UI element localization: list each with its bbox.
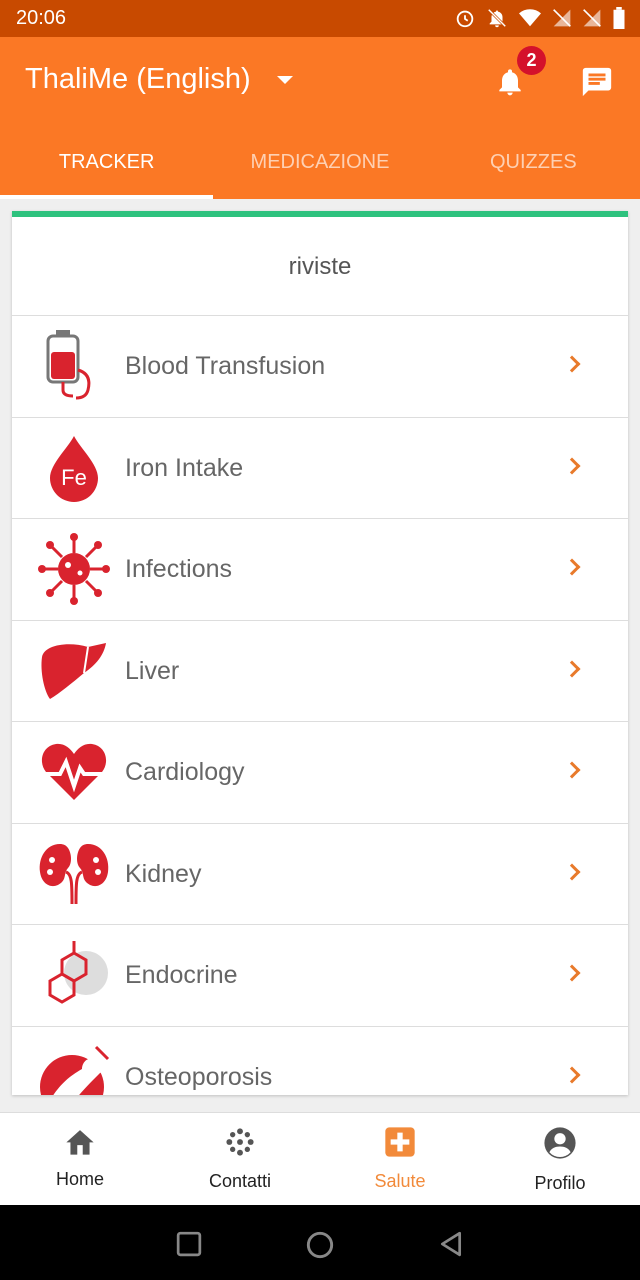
list-item-liver[interactable]: Liver <box>12 621 628 722</box>
chevron-right-icon <box>563 964 581 982</box>
list-item-kidney[interactable]: Kidney <box>12 824 628 925</box>
bottom-nav: Home Contatti Salute Profilo <box>0 1112 640 1205</box>
nav-salute[interactable]: Salute <box>320 1113 480 1205</box>
no-signal-icon-2 <box>583 9 601 27</box>
list-item-endocrine[interactable]: Endocrine <box>12 925 628 1027</box>
svg-text:Fe: Fe <box>61 465 87 490</box>
virus-icon <box>38 533 110 605</box>
card-header: riviste <box>12 217 628 316</box>
list-item-label: Infections <box>125 555 233 583</box>
list-item-label: Liver <box>125 656 180 685</box>
tab-medicazione[interactable]: MEDICAZIONE <box>213 142 426 199</box>
nav-profilo[interactable]: Profilo <box>480 1113 640 1205</box>
chevron-right-icon <box>563 863 581 880</box>
notification-badge: 2 <box>517 46 546 75</box>
alarm-icon <box>456 10 474 28</box>
nav-label: Contatti <box>208 1171 272 1191</box>
blood-bag-icon <box>46 330 91 400</box>
bone-icon <box>40 1045 110 1095</box>
chevron-right-icon <box>563 660 581 677</box>
chevron-right-icon <box>563 355 581 373</box>
kidney-icon <box>39 843 109 904</box>
list-item-cardiology[interactable]: Cardiology <box>12 722 628 824</box>
chat-icon[interactable] <box>580 65 614 99</box>
hexagon-molecule-icon <box>48 941 108 1004</box>
home-circle-icon[interactable] <box>306 1231 334 1259</box>
back-icon[interactable] <box>438 1231 464 1257</box>
list-item-label: Osteoporosis <box>125 1062 273 1091</box>
nav-label: Profilo <box>534 1173 586 1193</box>
status-time: 20:06 <box>16 7 67 29</box>
chevron-right-icon <box>563 457 581 474</box>
chevron-right-icon <box>563 761 581 779</box>
riviste-card: riviste Blood Transfusion Fe Iron Intake <box>12 211 628 1095</box>
list-item-iron-intake[interactable]: Fe Iron Intake <box>12 418 628 519</box>
app-title[interactable]: ThaliMe (English) <box>25 63 293 96</box>
app-bar: ThaliMe (English) 2 TRACKER MEDICAZIONE … <box>0 37 640 199</box>
status-bar: 20:06 <box>0 0 640 37</box>
no-signal-icon <box>553 9 571 27</box>
account-circle-icon <box>544 1127 576 1159</box>
nav-label: Home <box>55 1169 104 1189</box>
home-icon <box>66 1130 94 1155</box>
health-plus-icon <box>385 1127 415 1157</box>
battery-icon <box>613 7 625 29</box>
list-item-osteoporosis[interactable]: Osteoporosis <box>12 1027 628 1095</box>
list-item-label: Cardiology <box>125 758 245 786</box>
list-item-infections[interactable]: Infections <box>12 519 628 621</box>
tab-quizzes[interactable]: QUIZZES <box>427 142 640 199</box>
heart-pulse-icon <box>40 743 108 800</box>
tab-tracker[interactable]: TRACKER <box>0 142 214 199</box>
status-icons <box>454 7 626 29</box>
app-title-text: ThaliMe (English) <box>25 63 251 95</box>
list-item-label: Blood Transfusion <box>125 352 326 380</box>
wifi-icon <box>519 9 541 27</box>
list-item-blood-transfusion[interactable]: Blood Transfusion <box>12 316 628 418</box>
system-nav-bar <box>0 1205 640 1280</box>
contacts-dots-icon <box>226 1128 254 1156</box>
iron-drop-icon: Fe <box>50 435 98 502</box>
chevron-right-icon <box>563 558 581 576</box>
nav-contatti[interactable]: Contatti <box>160 1113 320 1205</box>
liver-icon <box>41 642 107 699</box>
nav-home[interactable]: Home <box>0 1113 160 1205</box>
list-item-label: Endocrine <box>125 961 238 989</box>
tab-bar: TRACKER MEDICAZIONE QUIZZES <box>0 142 640 199</box>
dropdown-caret-icon[interactable] <box>276 75 293 84</box>
recents-icon[interactable] <box>176 1231 202 1257</box>
list-item-label: Iron Intake <box>125 453 244 482</box>
list-item-label: Kidney <box>125 859 202 888</box>
nav-label: Salute <box>374 1171 426 1191</box>
notifications-off-icon <box>487 8 507 28</box>
chevron-right-icon <box>563 1066 581 1083</box>
